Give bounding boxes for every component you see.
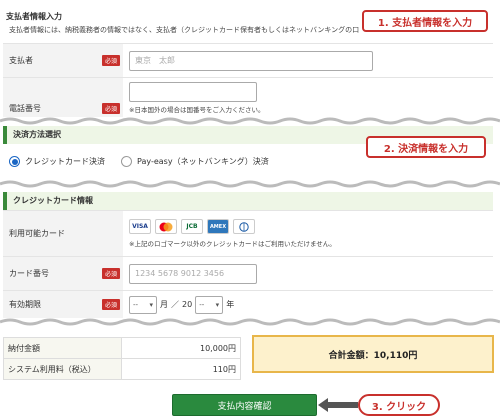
required-badge: 必須 [101,55,120,66]
arrow-left-icon [318,398,358,412]
chevron-down-icon: ▾ [215,300,220,309]
card-brands-label: 利用可能カード [3,211,99,256]
card-heading: クレジットカード情報 [3,192,493,210]
visa-icon: VISA [129,219,151,234]
payer-description: 支払者情報には、納税義務者の情報ではなく、支払者（クレジットカード保有者もしくは… [9,26,360,34]
payer-name-input[interactable]: 東京 太郎 [129,50,373,71]
card-expiry-label: 有効期限 [3,291,99,318]
required-badge: 必須 [101,268,120,279]
table-row: システム利用料（税込） 110円 [3,358,241,380]
amex-icon: AMEX [207,219,229,234]
radio-unselected-icon [121,156,132,167]
mastercard-icon [155,219,177,234]
step1-callout: 1. 支払者情報を入力 [362,10,488,32]
step2-callout: 2. 決済情報を入力 [366,136,486,158]
table-row: 納付金額 10,000円 [3,337,241,359]
brand-note: ※上記のロゴマーク以外のクレジットカードはご利用いただけません。 [129,240,336,248]
card-section: クレジットカード情報 利用可能カード VISA JCB AMEX ※上記のロゴマ… [3,192,493,320]
slash: ／ [171,300,179,309]
expiry-month-select[interactable]: -- ▾ [129,295,157,314]
payer-name-row: 支払者 必須 東京 太郎 [3,43,493,77]
required-badge: 必須 [101,103,120,114]
diners-icon [233,219,255,234]
radio-credit-card-label: クレジットカード決済 [25,157,105,166]
fee-summary-table: 納付金額 10,000円 システム利用料（税込） 110円 [3,337,241,380]
confirm-payment-button[interactable]: 支払内容確認 [172,394,317,416]
card-expiry-row: 有効期限 必須 -- ▾ 月 ／ 20 -- ▾ 年 [3,290,493,318]
required-badge: 必須 [101,299,120,310]
total-amount: 合計金額：10,110円 [252,335,494,373]
page-break-divider [0,180,500,188]
phone-note: ※日本国外の場合は国番号をご入力ください。 [129,105,265,114]
expiry-year-select[interactable]: -- ▾ [195,295,224,314]
fee-label: システム利用料（税込） [3,358,122,380]
step3-callout: 3. クリック [358,394,440,416]
chevron-down-icon: ▾ [149,300,153,309]
radio-selected-icon [9,156,20,167]
year-unit: 年 [226,300,235,309]
year-prefix: 20 [182,300,193,309]
fee-label: 納付金額 [3,337,122,359]
jcb-icon: JCB [181,219,203,234]
payer-phone-input[interactable] [129,81,257,102]
page-break-divider [0,318,500,326]
page-break-divider [0,117,500,125]
fee-value: 10,000円 [121,337,241,359]
card-number-input[interactable]: 1234 5678 9012 3456 [129,263,257,284]
radio-pay-easy[interactable]: Pay-easy（ネットバンキング）決済 [121,156,269,167]
radio-credit-card[interactable]: クレジットカード決済 [9,156,105,167]
payer-phone-row: 電話番号 必須 ※日本国外の場合は国番号をご入力ください。 [3,77,493,117]
radio-pay-easy-label: Pay-easy（ネットバンキング）決済 [137,157,269,166]
card-number-row: カード番号 必須 1234 5678 9012 3456 [3,256,493,290]
payer-name-label: 支払者 [3,44,99,77]
month-unit: 月 [160,300,168,309]
card-brands-row: 利用可能カード VISA JCB AMEX ※上記のロゴマーク以外のクレジットカ… [3,210,493,256]
payer-phone-label: 電話番号 [3,78,99,117]
card-number-label: カード番号 [3,257,99,290]
fee-value: 110円 [121,358,241,380]
